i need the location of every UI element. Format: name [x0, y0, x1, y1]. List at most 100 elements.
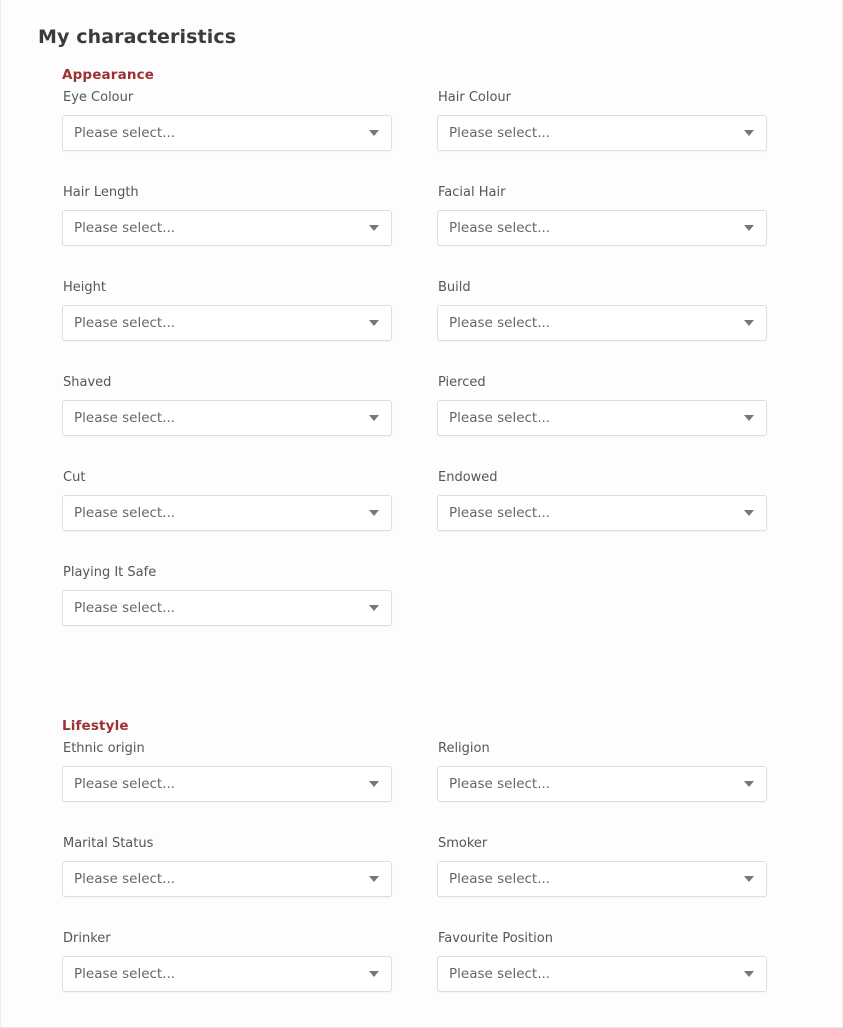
field-favourite-position: Favourite Position Please select... [437, 931, 767, 992]
label-cut: Cut [63, 470, 86, 485]
section-lifestyle: Lifestyle Ethnic origin Please select... Re… [1, 717, 843, 1026]
chevron-down-icon[interactable] [369, 971, 379, 977]
label-hair-colour: Hair Colour [438, 90, 512, 105]
chevron-down-icon[interactable] [744, 225, 754, 231]
form-row: Height Please select... Build Please select… [1, 280, 843, 375]
field-pierced: Pierced Please select... [437, 375, 767, 436]
section-title-appearance: Appearance [62, 67, 155, 83]
chevron-down-icon[interactable] [744, 415, 754, 421]
label-height: Height [63, 280, 106, 295]
field-facial-hair: Facial Hair Please select... [437, 185, 767, 246]
select-value-favourite-position: Please select... [449, 966, 551, 982]
select-value-marital-status: Please select... [74, 871, 176, 887]
select-playing-it-safe[interactable]: Please select... [62, 590, 392, 626]
select-value-hair-length: Please select... [74, 220, 176, 236]
label-eye-colour: Eye Colour [63, 90, 134, 105]
select-value-ethnic-origin: Please select... [74, 776, 176, 792]
label-drinker: Drinker [63, 931, 111, 946]
field-hair-length: Hair Length Please select... [62, 185, 392, 246]
form-row: Drinker Please select... Favourite Positio… [1, 931, 843, 1026]
form-row: Playing It Safe Please select... [1, 565, 843, 660]
label-hair-length: Hair Length [63, 185, 139, 200]
chevron-down-icon[interactable] [744, 130, 754, 136]
chevron-down-icon[interactable] [369, 605, 379, 611]
select-value-playing-it-safe: Please select... [74, 600, 176, 616]
select-cut[interactable]: Please select... [62, 495, 392, 531]
label-shaved: Shaved [63, 375, 112, 390]
label-facial-hair: Facial Hair [438, 185, 506, 200]
chevron-down-icon[interactable] [369, 225, 379, 231]
characteristics-form: Appearance Eye Colour Please select... Hair… [1, 66, 843, 1026]
field-drinker: Drinker Please select... [62, 931, 392, 992]
chevron-down-icon[interactable] [369, 510, 379, 516]
label-build: Build [438, 280, 471, 295]
field-cut: Cut Please select... [62, 470, 392, 531]
field-shaved: Shaved Please select... [62, 375, 392, 436]
field-playing-it-safe: Playing It Safe Please select... [62, 565, 392, 626]
select-shaved[interactable]: Please select... [62, 400, 392, 436]
chevron-down-icon[interactable] [744, 781, 754, 787]
select-endowed[interactable]: Please select... [437, 495, 767, 531]
select-value-eye-colour: Please select... [74, 125, 176, 141]
select-religion[interactable]: Please select... [437, 766, 767, 802]
select-facial-hair[interactable]: Please select... [437, 210, 767, 246]
select-favourite-position[interactable]: Please select... [437, 956, 767, 992]
chevron-down-icon[interactable] [369, 130, 379, 136]
field-endowed: Endowed Please select... [437, 470, 767, 531]
form-row: Cut Please select... Endowed Please select.… [1, 470, 843, 565]
label-playing-it-safe: Playing It Safe [63, 565, 157, 580]
form-row: Ethnic origin Please select... Religion Ple… [1, 741, 843, 836]
form-row: Hair Length Please select... Facial Hair Pl… [1, 185, 843, 280]
label-endowed: Endowed [438, 470, 498, 485]
select-marital-status[interactable]: Please select... [62, 861, 392, 897]
select-hair-length[interactable]: Please select... [62, 210, 392, 246]
form-row: Marital Status Please select... Smoker Plea… [1, 836, 843, 931]
label-marital-status: Marital Status [63, 836, 154, 851]
section-title-lifestyle: Lifestyle [62, 718, 129, 734]
chevron-down-icon[interactable] [369, 415, 379, 421]
characteristics-page: My characteristics Appearance Eye Colour P… [0, 0, 843, 1028]
select-hair-colour[interactable]: Please select... [437, 115, 767, 151]
chevron-down-icon[interactable] [744, 510, 754, 516]
select-value-build: Please select... [449, 315, 551, 331]
select-value-facial-hair: Please select... [449, 220, 551, 236]
select-eye-colour[interactable]: Please select... [62, 115, 392, 151]
form-row: Shaved Please select... Pierced Please sele… [1, 375, 843, 470]
page-title: My characteristics [38, 25, 237, 48]
select-value-height: Please select... [74, 315, 176, 331]
select-build[interactable]: Please select... [437, 305, 767, 341]
select-value-smoker: Please select... [449, 871, 551, 887]
section-appearance: Appearance Eye Colour Please select... Hair… [1, 66, 843, 660]
field-marital-status: Marital Status Please select... [62, 836, 392, 897]
field-height: Height Please select... [62, 280, 392, 341]
select-value-endowed: Please select... [449, 505, 551, 521]
chevron-down-icon[interactable] [744, 971, 754, 977]
select-drinker[interactable]: Please select... [62, 956, 392, 992]
chevron-down-icon[interactable] [369, 320, 379, 326]
label-favourite-position: Favourite Position [438, 931, 553, 946]
select-height[interactable]: Please select... [62, 305, 392, 341]
field-ethnic-origin: Ethnic origin Please select... [62, 741, 392, 802]
select-value-pierced: Please select... [449, 410, 551, 426]
field-eye-colour: Eye Colour Please select... [62, 90, 392, 151]
select-smoker[interactable]: Please select... [437, 861, 767, 897]
field-religion: Religion Please select... [437, 741, 767, 802]
label-smoker: Smoker [438, 836, 488, 851]
label-ethnic-origin: Ethnic origin [63, 741, 145, 756]
form-row: Eye Colour Please select... Hair Colour Ple… [1, 90, 843, 185]
chevron-down-icon[interactable] [744, 320, 754, 326]
select-ethnic-origin[interactable]: Please select... [62, 766, 392, 802]
select-value-drinker: Please select... [74, 966, 176, 982]
select-value-cut: Please select... [74, 505, 176, 521]
field-hair-colour: Hair Colour Please select... [437, 90, 767, 151]
chevron-down-icon[interactable] [369, 781, 379, 787]
label-religion: Religion [438, 741, 490, 756]
select-pierced[interactable]: Please select... [437, 400, 767, 436]
chevron-down-icon[interactable] [744, 876, 754, 882]
field-smoker: Smoker Please select... [437, 836, 767, 897]
select-value-religion: Please select... [449, 776, 551, 792]
select-value-shaved: Please select... [74, 410, 176, 426]
select-value-hair-colour: Please select... [449, 125, 551, 141]
chevron-down-icon[interactable] [369, 876, 379, 882]
